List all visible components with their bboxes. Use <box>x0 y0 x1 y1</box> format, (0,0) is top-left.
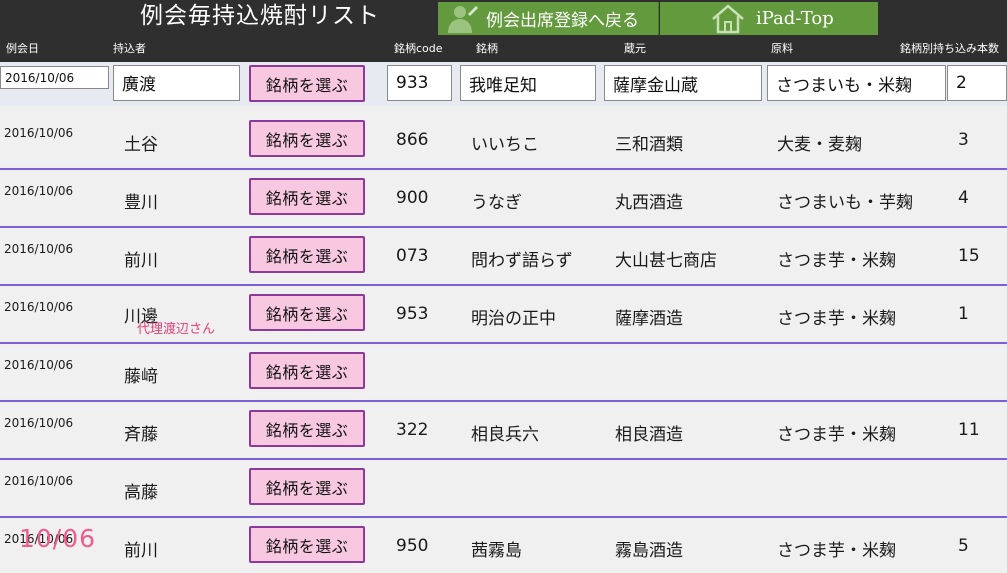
table-row: 2016/10/06 豊川 銘柄を選ぶ 900 うなぎ 丸西酒造 さつまいも・芋… <box>0 170 1007 228</box>
row-brand: 問わず語らず <box>471 251 573 271</box>
row-kura: 薩摩酒造 <box>615 309 683 329</box>
pick-brand-button[interactable]: 銘柄を選ぶ <box>249 120 365 157</box>
row-count: 15 <box>958 246 980 266</box>
home-icon <box>710 3 746 34</box>
count-input[interactable]: 2 <box>947 65 1007 101</box>
entry-form-row: 2016/10/06 廣渡 銘柄を選ぶ 933 我唯足知 薩摩金山蔵 さつまいも… <box>0 62 1007 106</box>
row-date: 2016/10/06 <box>4 184 74 198</box>
brand-input[interactable]: 我唯足知 <box>460 65 596 101</box>
row-count: 3 <box>958 130 969 150</box>
table-row: 2016/10/06 土谷 銘柄を選ぶ 866 いいちこ 三和酒類 大麦・麦麹 … <box>0 112 1007 170</box>
row-date: 2016/10/06 <box>4 300 74 314</box>
row-kura: 霧島酒造 <box>615 541 683 561</box>
pick-brand-button[interactable]: 銘柄を選ぶ <box>249 526 365 563</box>
pick-brand-button[interactable]: 銘柄を選ぶ <box>249 178 365 215</box>
material-input[interactable]: さつまいも・米麹 <box>767 65 946 101</box>
row-kura: 相良酒造 <box>615 425 683 445</box>
row-owner: 豊川 <box>124 193 158 213</box>
table-row: 2016/10/06 前川 銘柄を選ぶ 950 茜霧島 霧島酒造 さつま芋・米麹… <box>0 518 1007 573</box>
table-row: 2016/10/06 斉藤 銘柄を選ぶ 322 相良兵六 相良酒造 さつま芋・米… <box>0 402 1007 460</box>
row-brand: いいちこ <box>471 135 539 155</box>
col-header-material: 原料 <box>771 42 793 55</box>
back-to-attendance-button[interactable]: 例会出席登録へ戻る <box>438 2 659 35</box>
row-date: 2016/10/06 <box>4 126 74 140</box>
col-header-count: 銘柄別持ち込み本数 <box>900 42 999 55</box>
col-header-code: 銘柄code <box>394 42 443 55</box>
row-brand: 相良兵六 <box>471 425 539 445</box>
kura-input[interactable]: 薩摩金山蔵 <box>604 65 762 101</box>
col-header-owner: 持込者 <box>113 42 146 55</box>
row-owner: 斉藤 <box>124 425 158 445</box>
pick-brand-button[interactable]: 銘柄を選ぶ <box>249 294 365 331</box>
user-edit-icon <box>446 4 478 34</box>
table-row: 2016/10/06 川邊 代理渡辺さん 銘柄を選ぶ 953 明治の正中 薩摩酒… <box>0 286 1007 344</box>
pick-brand-button[interactable]: 銘柄を選ぶ <box>249 236 365 273</box>
row-count: 5 <box>958 536 969 556</box>
row-material: さつま芋・米麹 <box>777 541 896 561</box>
page-title: 例会毎持込焼酎リスト <box>140 3 380 29</box>
row-owner: 藤﨑 <box>124 367 158 387</box>
row-material: さつま芋・米麹 <box>777 251 896 271</box>
ipad-top-label: iPad-Top <box>756 8 834 29</box>
row-date: 2016/10/06 <box>4 358 74 372</box>
row-date: 2016/10/06 <box>4 242 74 256</box>
back-button-label: 例会出席登録へ戻る <box>486 11 639 31</box>
row-date: 2016/10/06 <box>4 474 74 488</box>
row-count: 1 <box>958 304 969 324</box>
date-input[interactable]: 2016/10/06 <box>0 66 109 89</box>
pick-brand-button[interactable]: 銘柄を選ぶ <box>249 65 365 102</box>
row-date: 2016/10/06 <box>4 416 74 430</box>
col-header-kura: 蔵元 <box>624 42 646 55</box>
row-owner: 前川 <box>124 541 158 561</box>
ipad-top-button[interactable]: iPad-Top <box>660 2 878 35</box>
row-kura: 大山甚七商店 <box>615 251 717 271</box>
row-code: 900 <box>396 188 429 208</box>
row-owner: 前川 <box>124 251 158 271</box>
row-brand: 茜霧島 <box>471 541 522 561</box>
pick-brand-button[interactable]: 銘柄を選ぶ <box>249 468 365 505</box>
row-code: 953 <box>396 304 429 324</box>
col-header-brand: 銘柄 <box>476 42 498 55</box>
header-bar: 例会毎持込焼酎リスト 例会出席登録へ戻る iPad-Top 例会日 持込者 銘柄… <box>0 0 1007 62</box>
pick-brand-button[interactable]: 銘柄を選ぶ <box>249 410 365 447</box>
row-material: さつま芋・米麹 <box>777 425 896 445</box>
overlay-date-label: 10/06 <box>19 524 97 553</box>
col-header-date: 例会日 <box>6 42 39 55</box>
row-code: 322 <box>396 420 429 440</box>
row-code: 073 <box>396 246 429 266</box>
row-brand: うなぎ <box>471 193 522 213</box>
table-row: 2016/10/06 前川 銘柄を選ぶ 073 問わず語らず 大山甚七商店 さつ… <box>0 228 1007 286</box>
row-count: 11 <box>958 420 980 440</box>
row-code: 950 <box>396 536 429 556</box>
row-material: 大麦・麦麹 <box>777 135 862 155</box>
proxy-note: 代理渡辺さん <box>137 322 216 337</box>
row-code: 866 <box>396 130 429 150</box>
row-material: さつまいも・芋麹 <box>777 193 913 213</box>
owner-input[interactable]: 廣渡 <box>113 65 240 101</box>
row-kura: 丸西酒造 <box>615 193 683 213</box>
table-row: 2016/10/06 藤﨑 銘柄を選ぶ <box>0 344 1007 402</box>
row-owner: 土谷 <box>124 135 158 155</box>
code-input[interactable]: 933 <box>387 65 452 101</box>
row-count: 4 <box>958 188 969 208</box>
table-row: 2016/10/06 高藤 銘柄を選ぶ <box>0 460 1007 518</box>
row-kura: 三和酒類 <box>615 135 683 155</box>
row-brand: 明治の正中 <box>471 309 556 329</box>
pick-brand-button[interactable]: 銘柄を選ぶ <box>249 352 365 389</box>
row-material: さつま芋・米麹 <box>777 309 896 329</box>
row-owner: 高藤 <box>124 483 158 503</box>
